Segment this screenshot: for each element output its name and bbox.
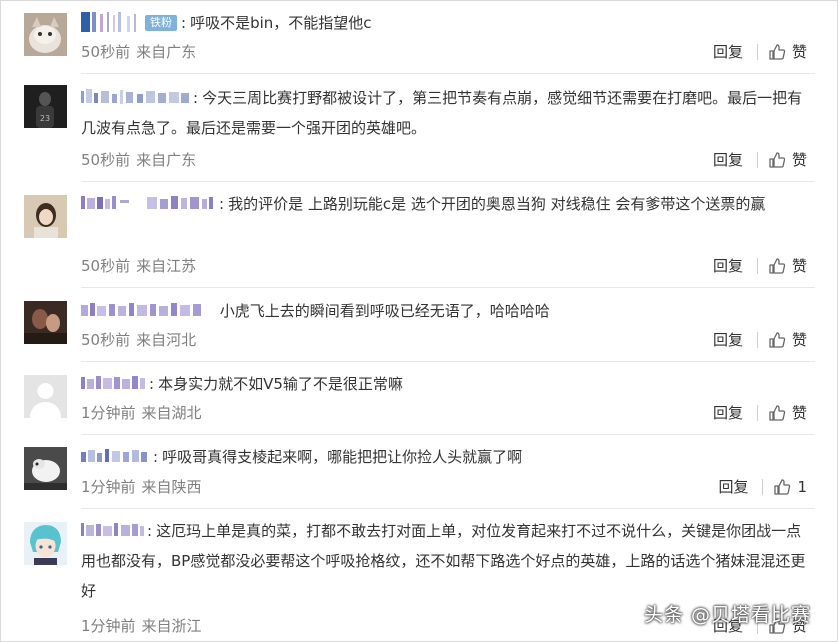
like-label: 赞 bbox=[791, 151, 807, 169]
row-divider bbox=[81, 508, 815, 509]
fan-badge: 铁粉 bbox=[145, 15, 177, 31]
comment-body: 我的评价是 上路别玩能c是 选个开团的奥恩当狗 对线稳住 会有爹带这个送票的赢 bbox=[228, 195, 766, 213]
like-count: 1 bbox=[797, 478, 807, 496]
timestamp: 50秒前 bbox=[81, 257, 131, 275]
like-button[interactable]: 赞 bbox=[768, 254, 807, 278]
avatar[interactable] bbox=[24, 301, 67, 344]
thumbs-up-icon bbox=[769, 258, 786, 274]
avatar[interactable] bbox=[24, 375, 67, 418]
comment-actions: 回复 赞 bbox=[713, 148, 807, 172]
comment-body: 本身实力就不如V5输了不是很正常嘛 bbox=[158, 375, 403, 393]
action-divider bbox=[756, 44, 758, 60]
action-divider bbox=[756, 332, 758, 348]
location: 来自广东 bbox=[136, 43, 197, 61]
watermark: 头条 @贝塔看比赛 bbox=[643, 604, 811, 626]
action-divider bbox=[762, 479, 764, 495]
comment-meta: 1分钟前 来自陕西 bbox=[81, 475, 202, 499]
svg-text:23: 23 bbox=[40, 114, 50, 123]
comment-body: 呼吸哥真得支棱起来啊，哪能把把让你捡人头就赢了啊 bbox=[162, 448, 523, 466]
row-divider bbox=[81, 434, 815, 435]
row-divider bbox=[81, 361, 815, 362]
comment-meta: 1分钟前 来自湖北 bbox=[81, 401, 202, 425]
action-divider bbox=[756, 258, 758, 274]
timestamp: 1分钟前 bbox=[81, 404, 136, 422]
row-divider bbox=[81, 181, 815, 182]
like-button[interactable]: 赞 bbox=[768, 40, 807, 64]
comment-actions: 回复 赞 bbox=[713, 254, 807, 278]
location: 来自河北 bbox=[136, 331, 197, 349]
avatar[interactable] bbox=[24, 13, 67, 56]
like-button[interactable]: 1 bbox=[773, 475, 807, 499]
avatar[interactable] bbox=[24, 522, 67, 565]
like-button[interactable]: 赞 bbox=[768, 401, 807, 425]
reply-button[interactable]: 回复 bbox=[713, 401, 743, 425]
avatar[interactable] bbox=[24, 195, 67, 238]
reply-button[interactable]: 回复 bbox=[713, 328, 743, 352]
comment-meta: 50秒前 来自江苏 bbox=[81, 254, 196, 278]
reply-button[interactable]: 回复 bbox=[713, 40, 743, 64]
comment-text-line: : 今天三周比赛打野都被设计了，第三把节奏有点崩，感觉细节还需要在打磨吧。最后一把… bbox=[81, 87, 803, 137]
action-divider bbox=[756, 152, 758, 168]
thumbs-up-icon bbox=[769, 332, 786, 348]
avatar[interactable]: 23 bbox=[24, 85, 67, 128]
comment-meta: 50秒前 来自广东 bbox=[81, 148, 196, 172]
like-label: 赞 bbox=[791, 257, 807, 275]
location: 来自江苏 bbox=[136, 257, 197, 275]
like-label: 赞 bbox=[791, 331, 807, 349]
like-label: 赞 bbox=[791, 404, 807, 422]
username[interactable] bbox=[81, 193, 217, 213]
comment-body: 呼吸不是bin，不能指望他c bbox=[190, 14, 372, 32]
thumbs-up-icon bbox=[769, 44, 786, 60]
location: 来自湖北 bbox=[141, 404, 202, 422]
comment-meta: 1分钟前 来自浙江 bbox=[81, 614, 202, 638]
username[interactable] bbox=[81, 373, 147, 393]
comment-body: 小虎飞上去的瞬间看到呼吸已经无语了，哈哈哈哈 bbox=[219, 302, 550, 320]
like-button[interactable]: 赞 bbox=[768, 328, 807, 352]
comment-actions: 回复 赞 bbox=[713, 328, 807, 352]
username[interactable] bbox=[81, 300, 209, 320]
timestamp: 50秒前 bbox=[81, 151, 131, 169]
avatar[interactable] bbox=[24, 447, 67, 490]
comment-body: 这厄玛上单是真的菜，打都不敢去打对面上单，对位发育起来打不过不说什么，关键是你团… bbox=[81, 522, 806, 600]
comment-actions: 回复 赞 bbox=[713, 40, 807, 64]
username[interactable] bbox=[81, 446, 151, 466]
location: 来自浙江 bbox=[141, 617, 202, 635]
thumbs-up-icon bbox=[769, 405, 786, 421]
timestamp: 50秒前 bbox=[81, 43, 131, 61]
timestamp: 1分钟前 bbox=[81, 478, 136, 496]
action-divider bbox=[756, 405, 758, 421]
thumbs-up-icon bbox=[774, 479, 791, 495]
comment-meta: 50秒前 来自河北 bbox=[81, 328, 196, 352]
reply-button[interactable]: 回复 bbox=[713, 148, 743, 172]
comment-text-line: : 我的评价是 上路别玩能c是 选个开团的奥恩当狗 对线稳住 会有爹带这个送票的赢 bbox=[81, 189, 813, 219]
timestamp: 1分钟前 bbox=[81, 617, 136, 635]
comment-text-line: : 这厄玛上单是真的菜，打都不敢去打对面上单，对位发育起来打不过不说什么，关键是你… bbox=[81, 520, 806, 600]
comment-text-line: 铁粉: 呼吸不是bin，不能指望他c bbox=[81, 8, 813, 38]
reply-button[interactable]: 回复 bbox=[718, 475, 748, 499]
timestamp: 50秒前 bbox=[81, 331, 131, 349]
like-button[interactable]: 赞 bbox=[768, 148, 807, 172]
comment-actions: 回复 1 bbox=[718, 475, 807, 499]
comment-text-line: : 本身实力就不如V5输了不是很正常嘛 bbox=[81, 369, 813, 399]
row-divider bbox=[81, 73, 815, 74]
username[interactable] bbox=[81, 12, 141, 32]
comment-text-line: : 呼吸哥真得支棱起来啊，哪能把把让你捡人头就赢了啊 bbox=[81, 442, 813, 472]
comment-meta: 50秒前 来自广东 bbox=[81, 40, 196, 64]
row-divider bbox=[81, 287, 815, 288]
comment-actions: 回复 赞 bbox=[713, 401, 807, 425]
comment-text-line: 小虎飞上去的瞬间看到呼吸已经无语了，哈哈哈哈 bbox=[81, 296, 813, 326]
location: 来自陕西 bbox=[141, 478, 202, 496]
username[interactable] bbox=[81, 520, 145, 540]
reply-button[interactable]: 回复 bbox=[713, 254, 743, 278]
comment-list: 铁粉: 呼吸不是bin，不能指望他c 50秒前 来自广东 回复 赞 23 : 今天三周… bbox=[0, 0, 838, 642]
location: 来自广东 bbox=[136, 151, 197, 169]
thumbs-up-icon bbox=[769, 152, 786, 168]
username[interactable] bbox=[81, 87, 191, 107]
like-label: 赞 bbox=[791, 43, 807, 61]
